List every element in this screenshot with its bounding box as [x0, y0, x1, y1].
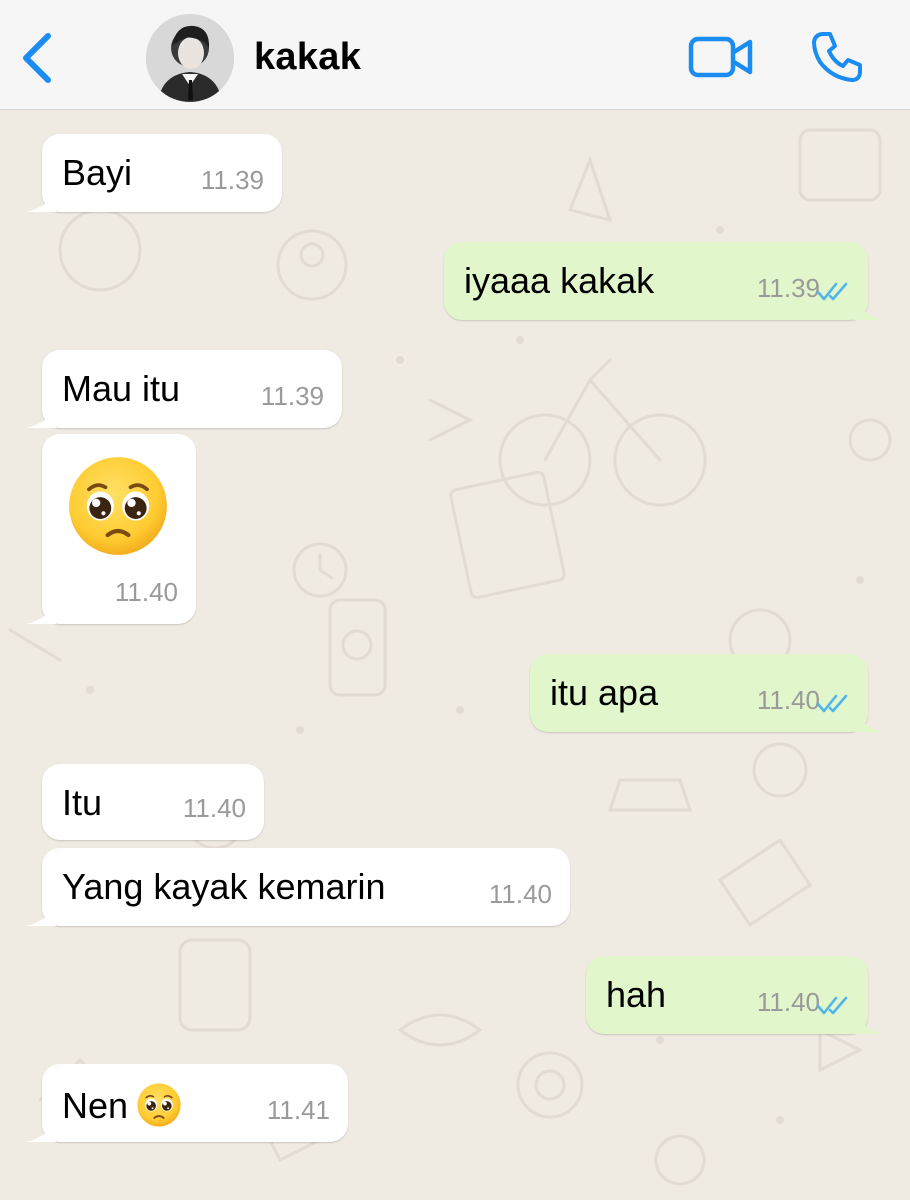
video-camera-icon: [688, 36, 753, 78]
message-time: 11.40: [756, 987, 820, 1017]
message-bubble-outgoing[interactable]: iyaaa kakak 11.39: [444, 242, 884, 320]
message-bubble-outgoing[interactable]: itu apa 11.40: [530, 654, 884, 732]
bubble-tail: [26, 1116, 56, 1142]
pleading-face-icon: [66, 454, 170, 558]
bubble-tail: [26, 402, 56, 428]
message-time: 11.40: [114, 577, 178, 607]
bubble-tail: [26, 598, 56, 624]
read-receipt-icon: [816, 280, 854, 302]
message-text-content: Nen: [62, 1085, 129, 1126]
voice-call-button[interactable]: [810, 30, 864, 84]
message-bubble-incoming[interactable]: Itu 11.40: [42, 764, 264, 840]
message-time: 11.41: [266, 1095, 330, 1125]
bubble-tail: [854, 706, 884, 732]
bubble-tail: [854, 1008, 884, 1034]
bubble-tail: [26, 900, 56, 926]
message-text: Bayi: [62, 152, 133, 193]
message-time: 11.40: [488, 879, 552, 909]
pleading-face-icon: [136, 1082, 182, 1128]
message-text: hah: [606, 974, 667, 1015]
message-bubble-outgoing[interactable]: hah 11.40: [586, 956, 884, 1034]
message-time: 11.40: [182, 793, 246, 823]
phone-icon: [812, 32, 862, 82]
profile-photo: [146, 14, 234, 102]
message-bubble-incoming[interactable]: Mau itu 11.39: [26, 350, 342, 428]
message-bubble-incoming[interactable]: Yang kayak kemarin 11.40: [26, 848, 570, 926]
message-time: 11.39: [756, 273, 820, 303]
chat-header: kakak: [0, 0, 910, 110]
message-text: Itu: [62, 782, 103, 823]
back-button[interactable]: [16, 30, 60, 86]
bubble-tail: [26, 186, 56, 212]
read-receipt-icon: [816, 692, 854, 714]
contact-name[interactable]: kakak: [254, 36, 361, 79]
message-bubble-incoming[interactable]: Nen 11.41: [26, 1064, 348, 1142]
message-time: 11.39: [260, 381, 324, 411]
chat-area[interactable]: Bayi 11.39 iyaaa kakak 11.39 Mau itu 11.…: [0, 110, 910, 1200]
avatar[interactable]: [146, 14, 234, 102]
video-call-button[interactable]: [688, 34, 754, 80]
message-text: itu apa: [550, 672, 659, 713]
message-text: Nen: [62, 1082, 182, 1128]
message-text: Yang kayak kemarin: [62, 866, 386, 907]
message-time: 11.40: [756, 685, 820, 715]
read-receipt-icon: [816, 994, 854, 1016]
bubble-tail: [854, 294, 884, 320]
chevron-left-icon: [23, 33, 51, 83]
message-bubble-incoming[interactable]: 11.40: [26, 434, 196, 624]
message-time: 11.39: [200, 165, 264, 195]
message-bubble-incoming[interactable]: Bayi 11.39: [26, 134, 282, 212]
message-text: Mau itu: [62, 368, 181, 409]
message-text: iyaaa kakak: [464, 260, 655, 301]
